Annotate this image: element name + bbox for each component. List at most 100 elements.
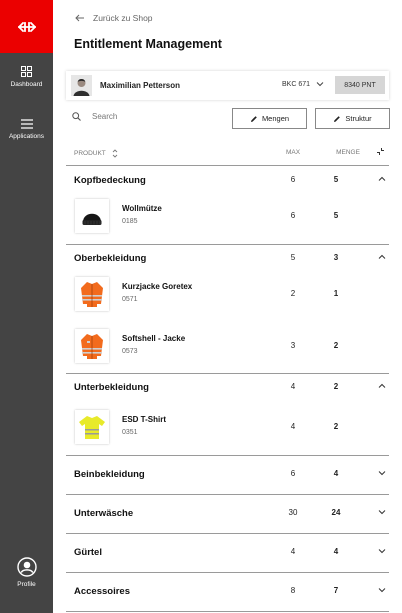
column-header-product: PRODUKT xyxy=(74,150,106,157)
product-thumbnail xyxy=(75,199,109,233)
page-title: Entitlement Management xyxy=(74,37,222,51)
pencil-icon xyxy=(250,115,257,122)
product-row[interactable]: ESD T-Shirt 0351 4 2 xyxy=(66,404,389,450)
category-max: 6 xyxy=(290,469,296,478)
person-avatar-icon xyxy=(71,75,92,96)
category-menge: 3 xyxy=(333,253,339,262)
collapse-all-icon[interactable] xyxy=(376,147,385,156)
category-max: 30 xyxy=(288,508,298,517)
product-name: Softshell - Jacke xyxy=(122,334,186,343)
chevron-down-icon[interactable] xyxy=(316,81,324,87)
category-oberbekleidung: Oberbekleidung 5 3 Kurzjacke Goretex 057… xyxy=(66,245,389,374)
category-menge: 4 xyxy=(333,547,339,556)
back-to-shop-link[interactable]: Zurück zu Shop xyxy=(75,13,153,23)
product-menge: 5 xyxy=(333,211,339,220)
sidebar-item-applications[interactable]: Applications xyxy=(0,119,53,140)
product-code: 0185 xyxy=(122,218,138,225)
category-name: Accessoires xyxy=(74,586,130,597)
product-thumbnail xyxy=(75,329,109,363)
product-max: 2 xyxy=(290,289,296,298)
sort-by-product[interactable]: PRODUKT xyxy=(74,149,118,158)
category-max: 8 xyxy=(290,586,296,595)
sidebar-item-dashboard[interactable]: Dashboard xyxy=(0,66,53,88)
category-header[interactable]: Unterbekleidung 4 2 xyxy=(66,374,389,400)
column-header-menge: MENGE xyxy=(336,149,360,156)
category-name: Beinbekleidung xyxy=(74,469,145,480)
main-content: Zurück zu Shop Entitlement Management Ma… xyxy=(53,0,402,613)
chevron-down-icon[interactable] xyxy=(378,509,386,515)
pencil-icon xyxy=(334,115,341,122)
orange-jacket-icon xyxy=(81,282,103,307)
struktur-button-label: Struktur xyxy=(345,114,372,123)
product-name: Wollmütze xyxy=(122,204,162,213)
chevron-down-icon[interactable] xyxy=(378,470,386,476)
struktur-button[interactable]: Struktur xyxy=(315,108,390,129)
user-bar: Maximilian Petterson BKC 671 8340 PNT xyxy=(66,71,389,100)
double-arrow-logo-icon xyxy=(17,21,36,32)
category-menge: 5 xyxy=(333,175,339,184)
product-code: 0573 xyxy=(122,348,138,355)
yellow-tshirt-icon xyxy=(79,416,105,439)
category-menge: 7 xyxy=(333,586,339,595)
category-name: Kopfbedeckung xyxy=(74,175,146,186)
category-menge: 2 xyxy=(333,382,339,391)
category-accessoires: Accessoires 8 7 xyxy=(66,573,389,612)
category-unterwaesche: Unterwäsche 30 24 xyxy=(66,495,389,534)
product-name: ESD T-Shirt xyxy=(122,415,167,424)
avatar xyxy=(71,75,92,96)
category-menge: 4 xyxy=(333,469,339,478)
product-menge: 2 xyxy=(333,422,339,431)
beanie-icon xyxy=(82,213,102,225)
category-max: 5 xyxy=(290,253,296,262)
category-name: Gürtel xyxy=(74,547,102,558)
category-max: 6 xyxy=(290,175,296,184)
table-header: PRODUKT MAX MENGE xyxy=(66,143,389,166)
category-header[interactable]: Beinbekleidung 6 4 xyxy=(66,456,389,494)
chevron-down-icon[interactable] xyxy=(378,587,386,593)
user-name: Maximilian Petterson xyxy=(100,81,181,90)
product-menge: 1 xyxy=(333,289,339,298)
category-menge: 24 xyxy=(331,508,341,517)
mengen-button[interactable]: Mengen xyxy=(232,108,307,129)
category-name: Unterbekleidung xyxy=(74,382,149,393)
search-input[interactable]: Search xyxy=(72,112,117,121)
product-thumbnail xyxy=(75,410,109,444)
chevron-up-icon[interactable] xyxy=(378,383,386,389)
sidebar-item-label: Applications xyxy=(8,133,45,140)
mengen-button-label: Mengen xyxy=(261,114,290,123)
category-header[interactable]: Oberbekleidung 5 3 xyxy=(66,245,389,271)
sort-icon xyxy=(112,149,118,158)
product-thumbnail xyxy=(75,277,109,311)
product-code: 0571 xyxy=(122,296,138,303)
back-link-label: Zurück zu Shop xyxy=(93,13,153,23)
search-icon xyxy=(72,112,81,121)
arrow-left-icon xyxy=(75,14,84,22)
product-row[interactable]: Wollmütze 0185 6 5 xyxy=(66,193,389,239)
product-row[interactable]: Kurzjacke Goretex 0571 2 1 xyxy=(66,271,389,317)
chevron-up-icon[interactable] xyxy=(378,254,386,260)
cost-center-select[interactable]: BKC 671 xyxy=(282,81,310,88)
product-code: 0351 xyxy=(122,429,138,436)
category-kopfbedeckung: Kopfbedeckung 6 5 Wollmütze 0185 6 5 xyxy=(66,167,389,245)
category-unterbekleidung: Unterbekleidung 4 2 ESD T-Shirt 0351 4 2 xyxy=(66,374,389,456)
product-max: 6 xyxy=(290,211,296,220)
chevron-down-icon[interactable] xyxy=(378,548,386,554)
brand-logo[interactable] xyxy=(0,0,53,53)
orange-softshell-icon xyxy=(81,334,103,359)
menu-icon xyxy=(20,119,33,129)
product-menge: 2 xyxy=(333,341,339,350)
category-header[interactable]: Kopfbedeckung 6 5 xyxy=(66,167,389,193)
category-header[interactable]: Unterwäsche 30 24 xyxy=(66,495,389,533)
dashboard-icon xyxy=(21,66,32,77)
category-header[interactable]: Accessoires 8 7 xyxy=(66,573,389,611)
category-max: 4 xyxy=(290,547,296,556)
sidebar-item-profile[interactable]: Profile xyxy=(0,557,53,588)
category-header[interactable]: Gürtel 4 4 xyxy=(66,534,389,572)
product-max: 3 xyxy=(290,341,296,350)
product-row[interactable]: Softshell - Jacke 0573 3 2 xyxy=(66,323,389,369)
category-guertel: Gürtel 4 4 xyxy=(66,534,389,573)
sidebar-item-label: Profile xyxy=(17,581,36,588)
category-name: Oberbekleidung xyxy=(74,253,147,264)
chevron-up-icon[interactable] xyxy=(378,176,386,182)
sidebar: Dashboard Applications Profile xyxy=(0,0,53,613)
